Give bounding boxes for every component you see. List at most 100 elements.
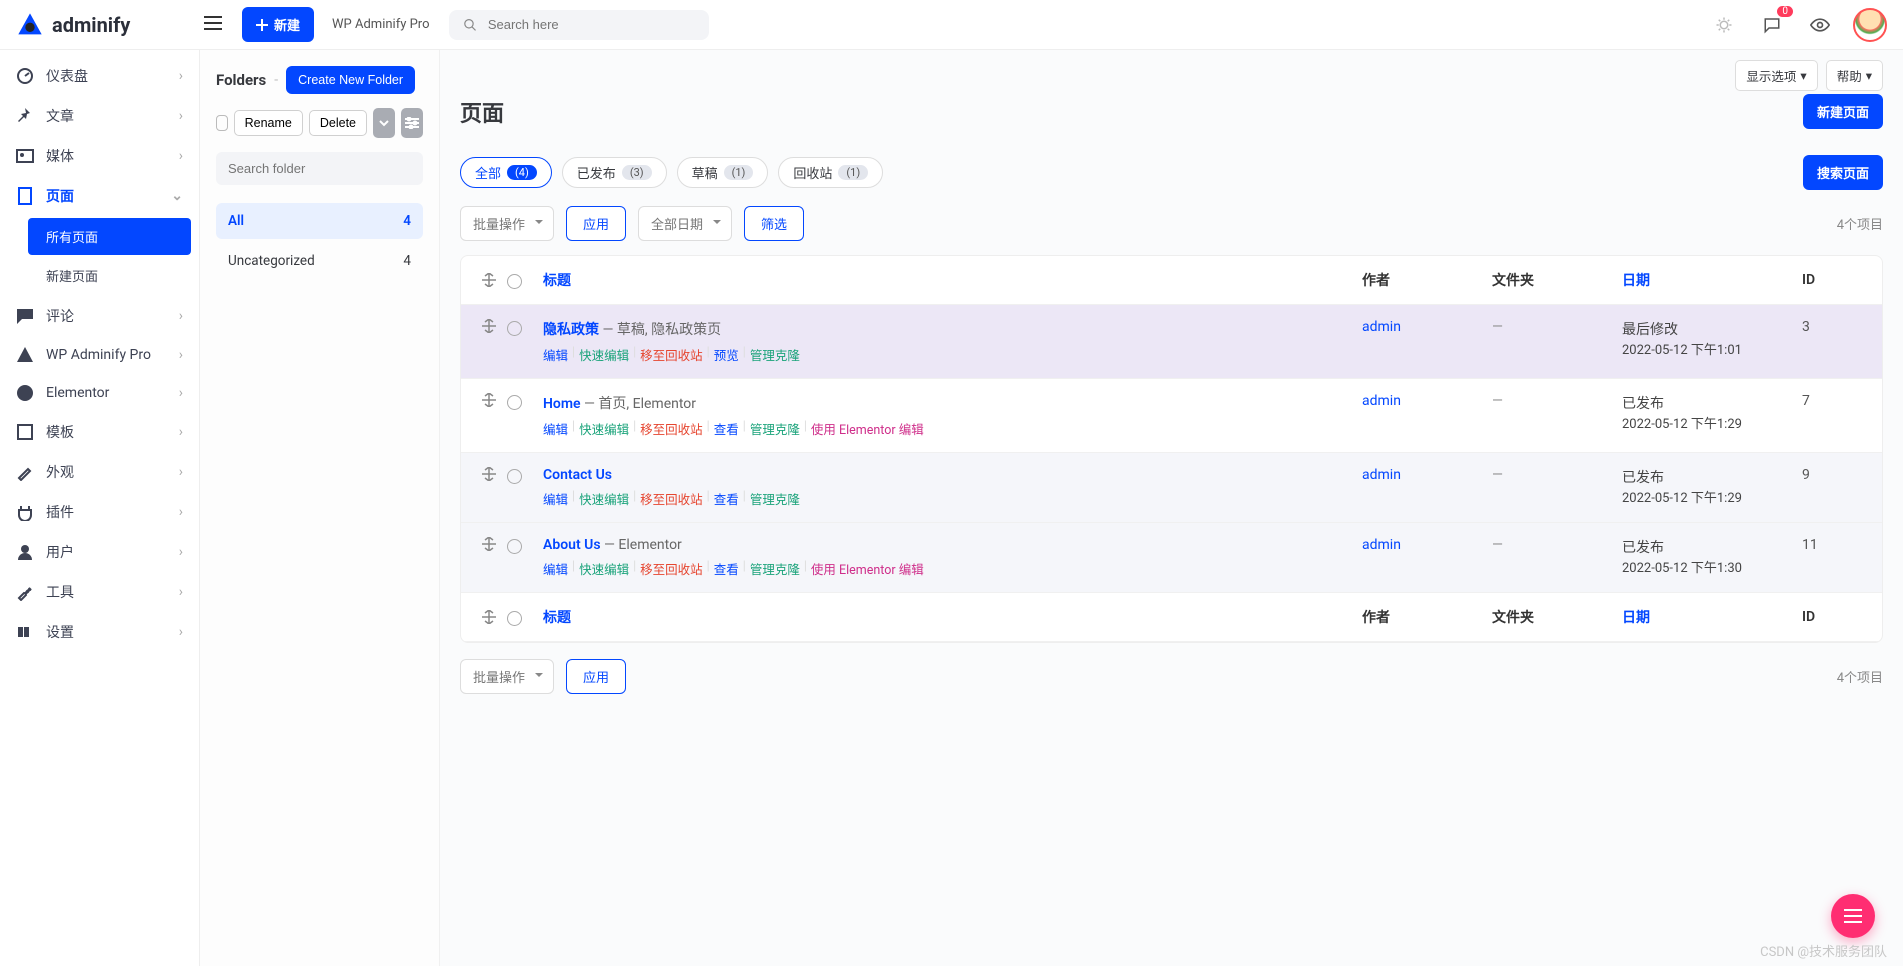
col-date[interactable]: 日期	[1622, 270, 1802, 290]
view-site-icon[interactable]	[1805, 10, 1835, 40]
row-action-edit[interactable]: 编辑	[543, 345, 568, 364]
row-action-edit[interactable]: 编辑	[543, 559, 568, 578]
sidebar-item-媒体[interactable]: 媒体›	[0, 136, 199, 176]
filter-tab-全部[interactable]: 全部(4)	[460, 157, 552, 188]
row-author-link[interactable]: admin	[1362, 467, 1401, 483]
drag-handle-icon[interactable]	[471, 467, 507, 481]
sidebar-item-设置[interactable]: 设置›	[0, 612, 199, 652]
sidebar-item-文章[interactable]: 文章›	[0, 96, 199, 136]
create-folder-button[interactable]: Create New Folder	[286, 66, 415, 94]
drag-handle-icon[interactable]	[471, 319, 507, 333]
search-pages-button[interactable]: 搜索页面	[1803, 155, 1883, 190]
sidebar-item-WP Adminify Pro[interactable]: WP Adminify Pro›	[0, 336, 199, 374]
drag-icon	[471, 273, 507, 287]
row-checkbox[interactable]	[507, 321, 522, 336]
delete-folder-button[interactable]: Delete	[309, 110, 367, 136]
sidebar-item-Elementor[interactable]: Elementor›	[0, 374, 199, 412]
help-button[interactable]: 帮助 ▾	[1826, 60, 1883, 91]
row-action-clone[interactable]: 管理克隆	[750, 489, 800, 508]
rename-folder-button[interactable]: Rename	[234, 110, 303, 136]
new-button[interactable]: 新建	[242, 7, 314, 42]
filter-tab-草稿[interactable]: 草稿(1)	[677, 157, 769, 188]
row-author-link[interactable]: admin	[1362, 319, 1401, 335]
sidebar-item-工具[interactable]: 工具›	[0, 572, 199, 612]
apply-bulk-button[interactable]: 应用	[566, 206, 626, 241]
settings-icon[interactable]	[401, 108, 423, 138]
bulk-action-select[interactable]: 批量操作	[460, 206, 554, 241]
new-page-button[interactable]: 新建页面	[1803, 94, 1883, 129]
col-title[interactable]: 标题	[543, 270, 1362, 290]
row-title-link[interactable]: About Us	[543, 537, 601, 553]
fab-button[interactable]	[1831, 894, 1875, 938]
apply-bulk-button-bottom[interactable]: 应用	[566, 659, 626, 694]
row-action-edit[interactable]: 编辑	[543, 419, 568, 438]
sidebar-item-用户[interactable]: 用户›	[0, 532, 199, 572]
row-action-clone[interactable]: 管理克隆	[750, 345, 800, 364]
row-action-elementor[interactable]: 使用 Elementor 编辑	[811, 559, 924, 578]
row-author-link[interactable]: admin	[1362, 537, 1401, 553]
filter-tab-已发布[interactable]: 已发布(3)	[562, 157, 667, 188]
row-action-quick[interactable]: 快速编辑	[579, 559, 629, 578]
collapse-icon[interactable]	[373, 108, 395, 138]
row-checkbox[interactable]	[507, 395, 522, 410]
folder-search-input[interactable]	[216, 152, 423, 185]
row-title-link[interactable]: Contact Us	[543, 467, 612, 483]
folder-item-All[interactable]: All4	[216, 203, 423, 239]
row-date-label: 已发布	[1622, 467, 1802, 487]
menu-toggle-icon[interactable]	[204, 16, 222, 34]
select-all-folders-checkbox[interactable]	[216, 115, 228, 131]
theme-toggle-icon[interactable]	[1709, 10, 1739, 40]
search-input[interactable]	[488, 17, 696, 32]
row-action-quick[interactable]: 快速编辑	[579, 489, 629, 508]
sidebar-item-模板[interactable]: 模板›	[0, 412, 199, 452]
row-action-view[interactable]: 查看	[714, 559, 739, 578]
filter-button[interactable]: 筛选	[744, 206, 804, 241]
bulk-action-select-bottom[interactable]: 批量操作	[460, 659, 554, 694]
search-bar[interactable]	[449, 10, 709, 40]
sidebar-item-页面[interactable]: 页面⌄	[0, 176, 199, 216]
sidebar-item-外观[interactable]: 外观›	[0, 452, 199, 492]
folder-item-Uncategorized[interactable]: Uncategorized4	[216, 243, 423, 279]
row-action-edit[interactable]: 编辑	[543, 489, 568, 508]
drag-handle-icon[interactable]	[471, 393, 507, 407]
row-action-trash[interactable]: 移至回收站	[640, 419, 703, 438]
row-action-clone[interactable]: 管理克隆	[750, 559, 800, 578]
select-all-checkbox[interactable]	[507, 274, 522, 289]
main-content: 显示选项 ▾ 帮助 ▾ 页面 新建页面 全部(4)已发布(3)草稿(1)回收站(…	[440, 50, 1903, 966]
row-action-preview[interactable]: 预览	[714, 345, 739, 364]
comments-badge: 0	[1777, 6, 1793, 17]
comments-icon[interactable]: 0	[1757, 10, 1787, 40]
sidebar-item-仪表盘[interactable]: 仪表盘›	[0, 56, 199, 96]
row-action-quick[interactable]: 快速编辑	[579, 419, 629, 438]
user-avatar[interactable]	[1853, 8, 1887, 42]
row-title-link[interactable]: 隐私政策	[543, 322, 599, 338]
row-action-elementor[interactable]: 使用 Elementor 编辑	[811, 419, 924, 438]
row-checkbox[interactable]	[507, 469, 522, 484]
row-title-link[interactable]: Home	[543, 396, 581, 412]
sidebar-subitem-所有页面[interactable]: 所有页面	[28, 218, 191, 255]
brand[interactable]: adminify	[16, 11, 196, 39]
row-action-view[interactable]: 查看	[714, 489, 739, 508]
row-checkbox[interactable]	[507, 539, 522, 554]
col-title[interactable]: 标题	[543, 607, 1362, 627]
drag-handle-icon[interactable]	[471, 537, 507, 551]
col-date[interactable]: 日期	[1622, 607, 1802, 627]
table-row: Contact Us编辑 | 快速编辑 | 移至回收站 | 查看 | 管理克隆a…	[461, 453, 1882, 523]
comment-icon	[16, 307, 34, 325]
sidebar-item-插件[interactable]: 插件›	[0, 492, 199, 532]
row-author-link[interactable]: admin	[1362, 393, 1401, 409]
row-action-trash[interactable]: 移至回收站	[640, 489, 703, 508]
filter-tab-回收站[interactable]: 回收站(1)	[778, 157, 883, 188]
display-options-button[interactable]: 显示选项 ▾	[1735, 60, 1817, 91]
product-link[interactable]: WP Adminify Pro	[332, 17, 429, 32]
sidebar-item-评论[interactable]: 评论›	[0, 296, 199, 336]
row-action-clone[interactable]: 管理克隆	[750, 419, 800, 438]
row-action-quick[interactable]: 快速编辑	[579, 345, 629, 364]
row-action-trash[interactable]: 移至回收站	[640, 559, 703, 578]
row-action-view[interactable]: 查看	[714, 419, 739, 438]
row-action-trash[interactable]: 移至回收站	[640, 345, 703, 364]
select-all-checkbox[interactable]	[507, 611, 522, 626]
date-filter-select[interactable]: 全部日期	[638, 206, 732, 241]
row-folder: —	[1492, 393, 1622, 409]
sidebar-subitem-新建页面[interactable]: 新建页面	[30, 257, 191, 294]
